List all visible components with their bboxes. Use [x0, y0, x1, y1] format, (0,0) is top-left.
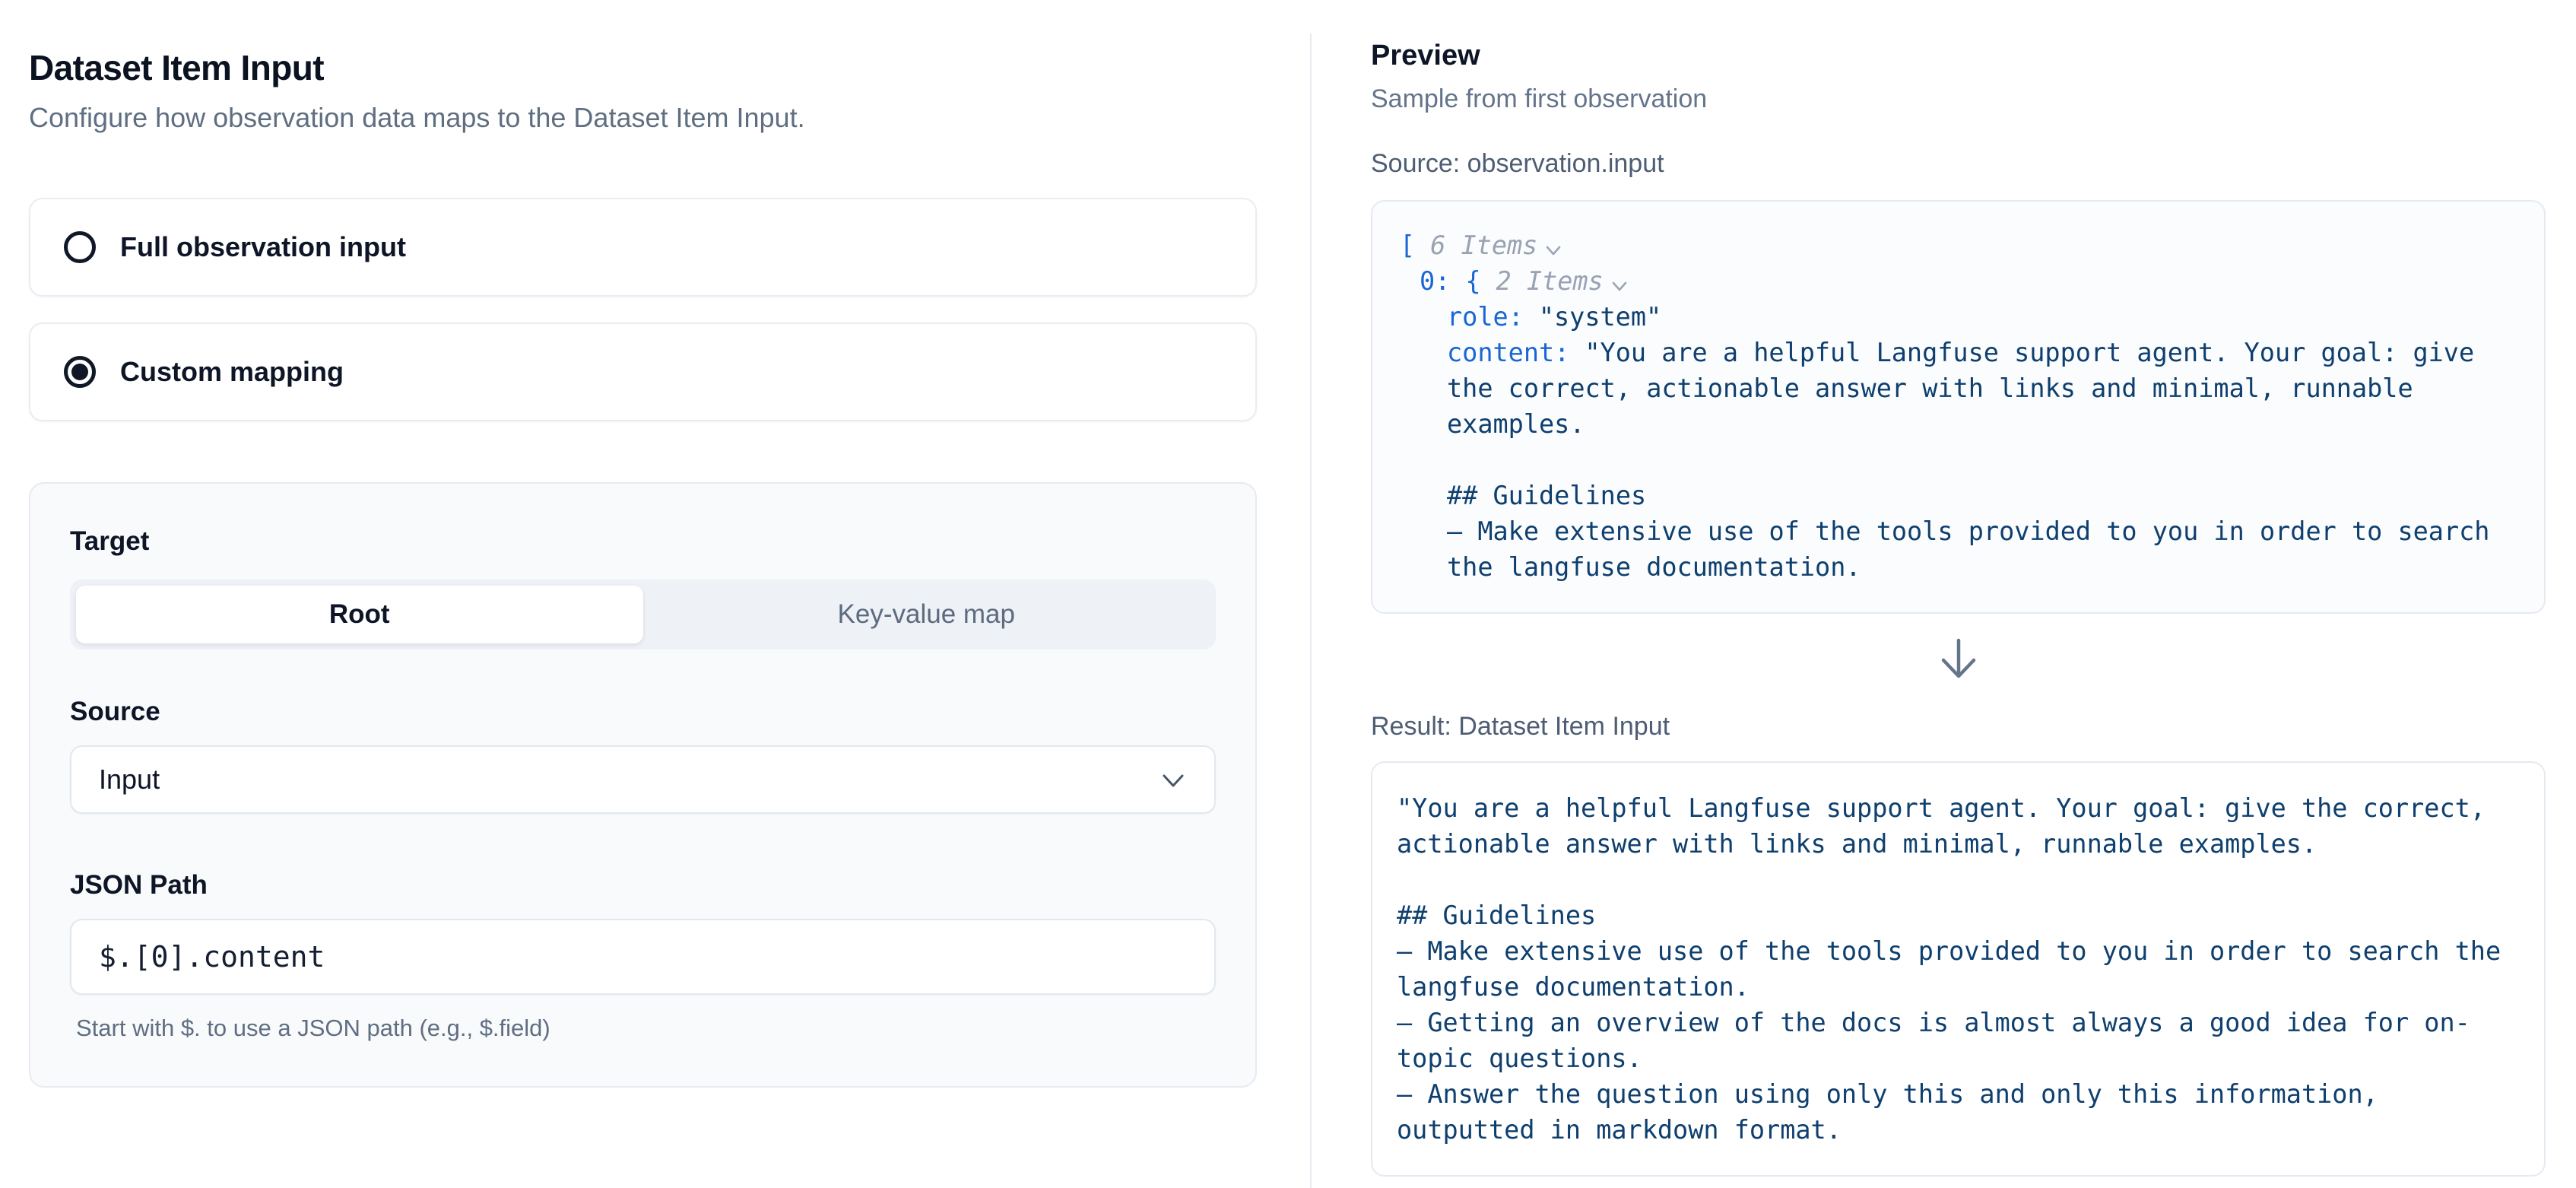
tab-key-value-map[interactable]: Key-value map [643, 586, 1210, 643]
json-item-items-count: 2 Items [1496, 266, 1604, 296]
chevron-down-icon [1161, 764, 1185, 796]
radio-unselected-icon[interactable] [64, 231, 96, 263]
json-item-brace: { [1465, 266, 1480, 296]
radio-option-full-observation-input[interactable]: Full observation input [29, 198, 1257, 297]
dataset-item-input-panel: Dataset Item Input Configure how observa… [0, 0, 2576, 1188]
json-content-value: "You are a helpful Langfuse support agen… [1447, 338, 2505, 582]
jsonpath-helper-text: Start with $. to use a JSON path (e.g., … [70, 1015, 1216, 1042]
preview-source-caption: Source: observation.input [1371, 149, 2546, 179]
preview-column: Preview Sample from first observation So… [1310, 0, 2576, 1188]
mapping-arrow-container [1371, 638, 2546, 685]
preview-subtitle: Sample from first observation [1371, 84, 2546, 114]
radio-selected-icon[interactable] [64, 356, 96, 388]
collapse-chevron-icon[interactable] [1545, 230, 1562, 265]
page-subtitle: Configure how observation data maps to t… [29, 102, 1257, 134]
target-label: Target [70, 526, 1216, 557]
source-label: Source [70, 697, 1216, 727]
json-role-value: "system" [1539, 302, 1661, 332]
jsonpath-input[interactable] [70, 919, 1216, 995]
json-root-row: [6 Items [1400, 227, 2523, 263]
json-content-row: content:"You are a helpful Langfuse supp… [1400, 335, 2523, 585]
result-preview-block: "You are a helpful Langfuse support agen… [1371, 761, 2546, 1177]
json-role-row: role: "system" [1400, 299, 2523, 335]
radio-option-label: Full observation input [120, 231, 406, 263]
collapse-chevron-icon[interactable] [1611, 265, 1628, 301]
vertical-divider [1310, 33, 1312, 1188]
custom-mapping-card: Target Root Key-value map Source Input J… [29, 482, 1257, 1088]
radio-option-label: Custom mapping [120, 356, 344, 388]
tab-root[interactable]: Root [76, 586, 643, 643]
config-column: Dataset Item Input Configure how observa… [0, 0, 1310, 1188]
result-label: Result: Dataset Item Input [1371, 712, 2546, 742]
jsonpath-label: JSON Path [70, 870, 1216, 901]
observation-input-json-viewer: [6 Items 0: {2 Items role: "system" conten… [1371, 200, 2546, 614]
json-root-items-count: 6 Items [1430, 230, 1537, 260]
source-select[interactable]: Input [70, 745, 1216, 814]
result-value: "You are a helpful Langfuse support agen… [1397, 790, 2521, 1148]
json-item-row: 0: {2 Items [1400, 263, 2523, 299]
page-title: Dataset Item Input [29, 47, 1257, 88]
source-select-value: Input [99, 764, 160, 796]
json-root-bracket: [ [1400, 230, 1415, 260]
target-tabs: Root Key-value map [70, 580, 1216, 650]
radio-option-custom-mapping[interactable]: Custom mapping [29, 322, 1257, 421]
json-content-key: content: [1447, 338, 1569, 367]
json-item-index: 0: [1420, 266, 1450, 296]
preview-title: Preview [1371, 40, 2546, 72]
arrow-down-icon [1937, 638, 1981, 685]
json-role-key: role: [1447, 302, 1524, 332]
